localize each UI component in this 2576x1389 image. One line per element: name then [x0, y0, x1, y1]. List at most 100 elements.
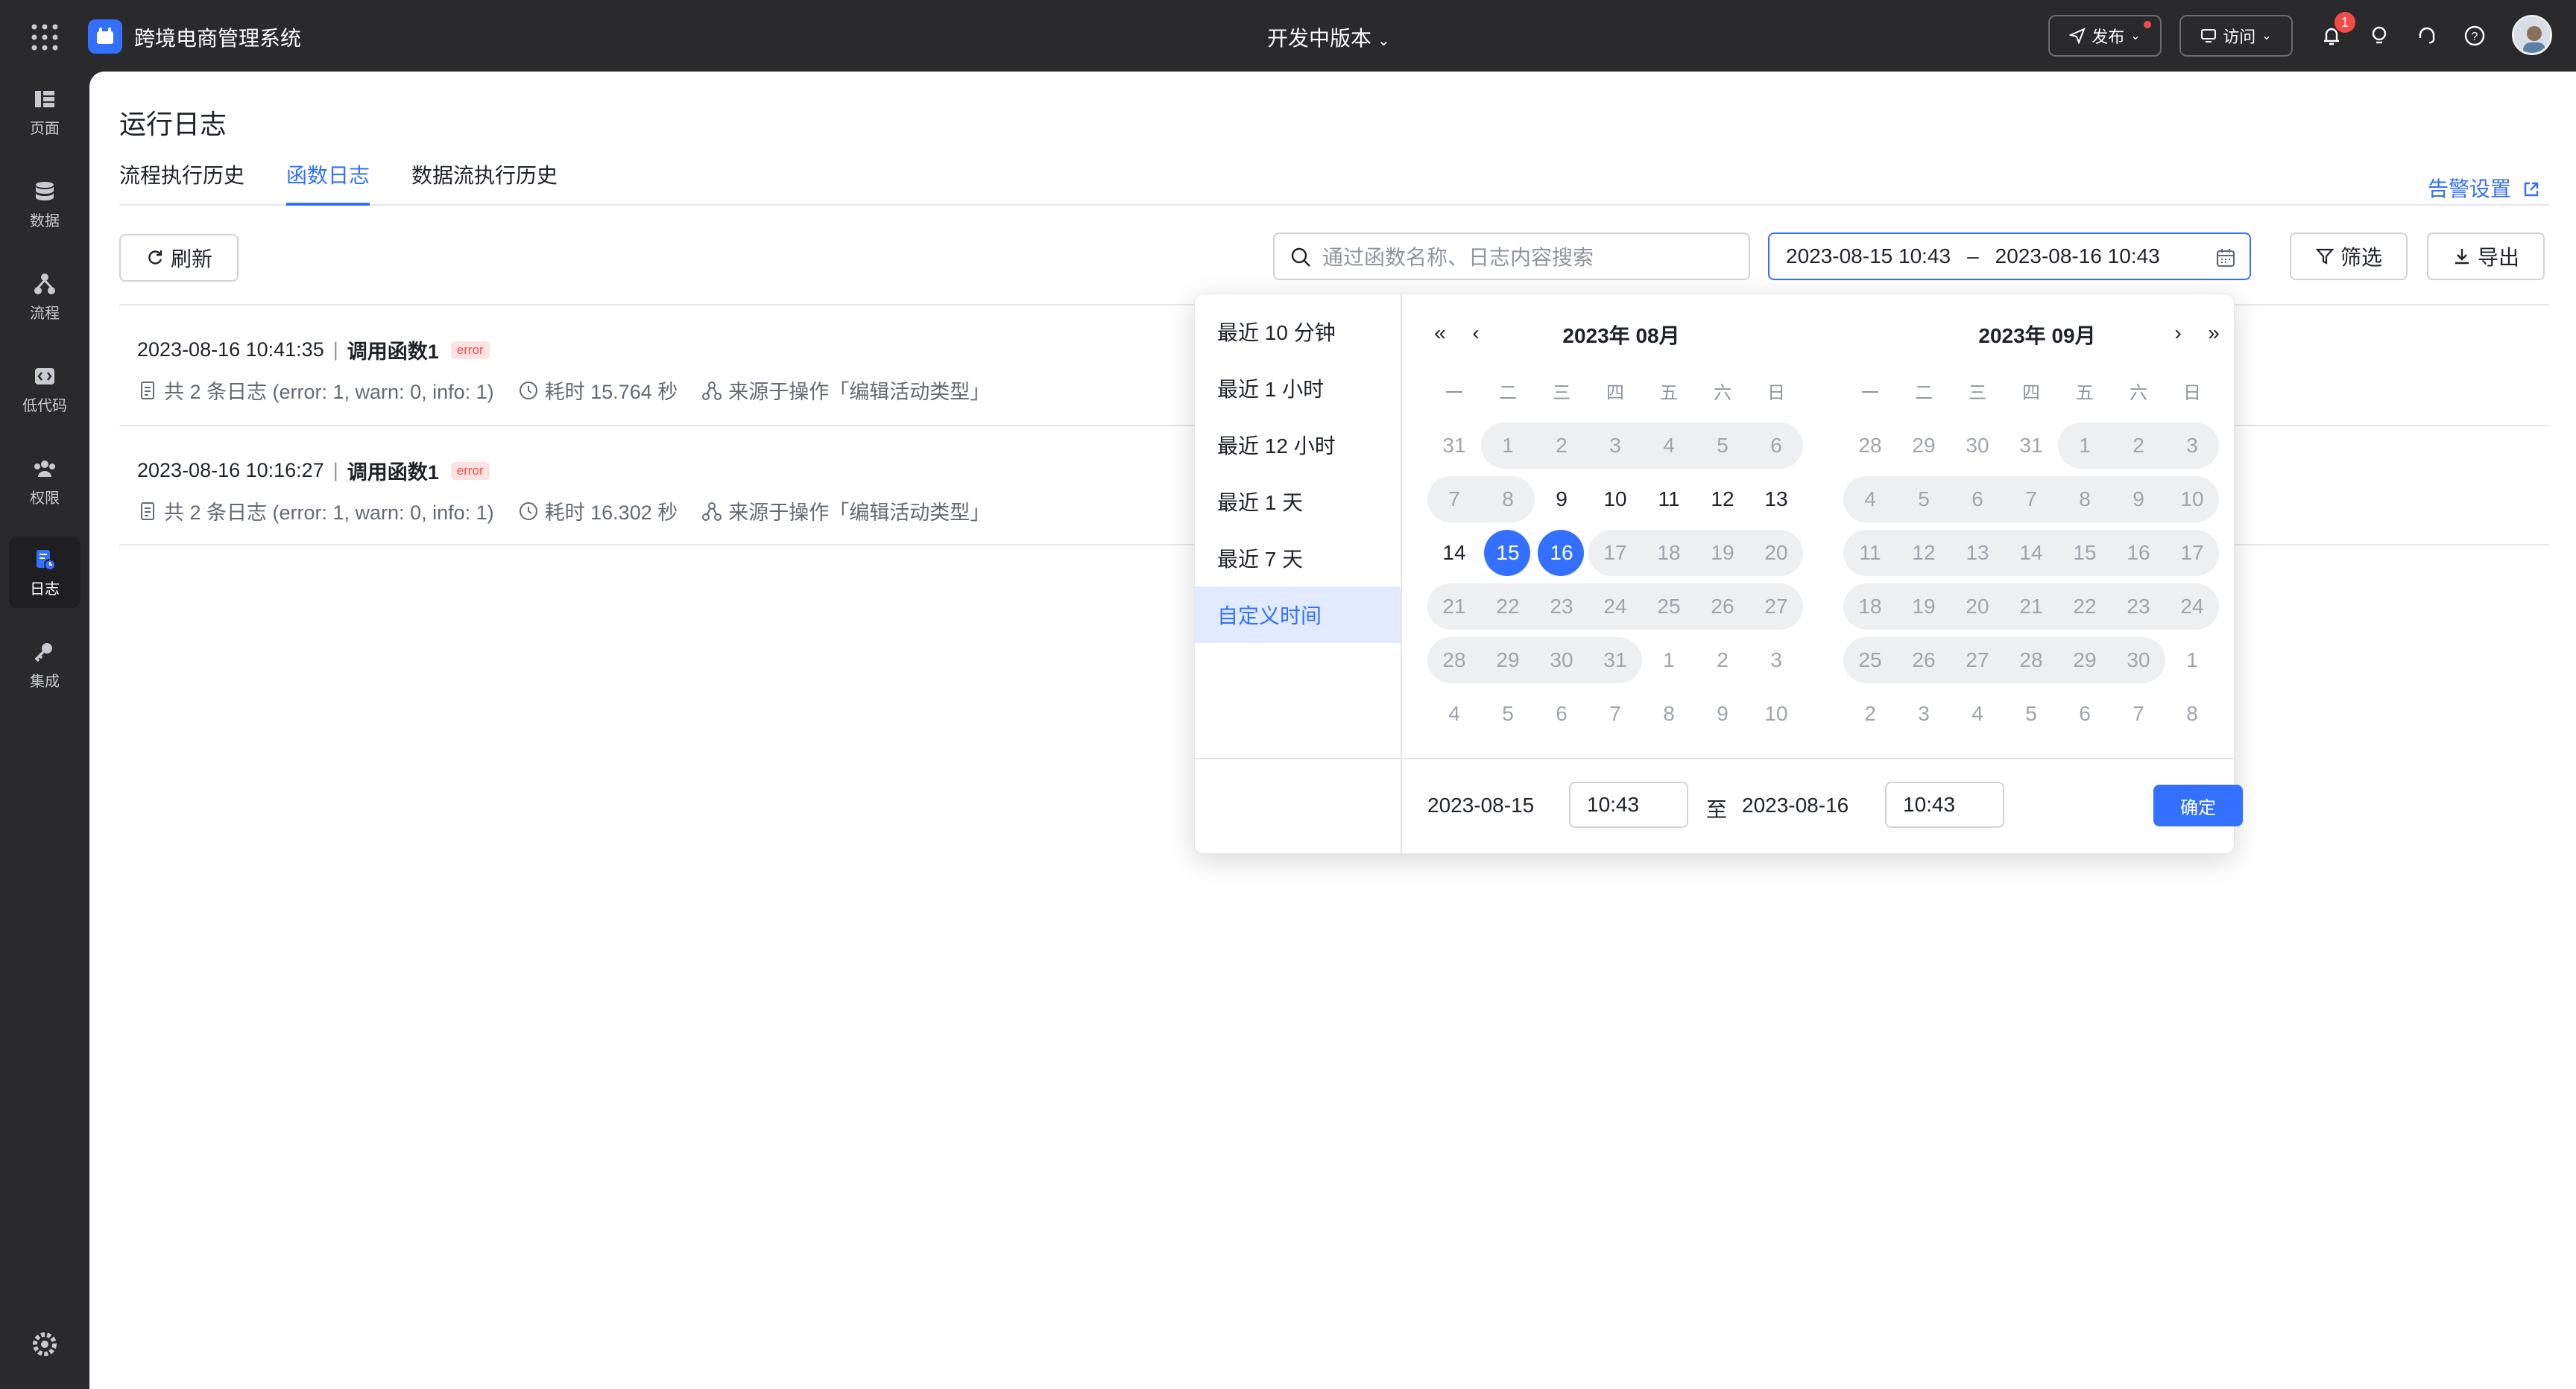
calendar-day[interactable]: 26 [1897, 637, 1951, 683]
calendar-day[interactable]: 24 [2165, 583, 2219, 630]
calendar-day[interactable]: 26 [1696, 583, 1749, 630]
visit-button[interactable]: 访问 ⌄ [2179, 15, 2293, 57]
calendar-day[interactable]: 7 [1427, 476, 1481, 522]
calendar-day[interactable]: 10 [1749, 691, 1803, 737]
calendar-day[interactable]: 16 [1535, 530, 1588, 576]
calendar-day[interactable]: 2 [1535, 423, 1588, 469]
alarm-settings-link[interactable]: 告警设置 [2428, 173, 2541, 203]
calendar-day[interactable]: 24 [1588, 583, 1642, 630]
refresh-button[interactable]: 刷新 [119, 234, 239, 282]
calendar-day[interactable]: 30 [1951, 423, 2004, 469]
calendar-day[interactable]: 25 [1843, 637, 1897, 683]
calendar-day[interactable]: 11 [1843, 530, 1897, 576]
calendar-day[interactable]: 17 [2165, 530, 2219, 576]
calendar-day[interactable]: 22 [1481, 583, 1535, 630]
calendar-day[interactable]: 9 [2112, 476, 2165, 522]
calendar-day[interactable]: 30 [2112, 637, 2165, 683]
rail-item-logs[interactable]: 日志 [9, 537, 80, 608]
calendar-day[interactable]: 8 [2165, 691, 2219, 737]
preset-1-hour[interactable]: 最近 1 小时 [1195, 360, 1401, 417]
publish-button[interactable]: 发布 ⌄ [2048, 15, 2162, 57]
date-range-input[interactable]: 2023-08-15 10:43 – 2023-08-16 10:43 [1768, 232, 2251, 280]
calendar-day[interactable]: 6 [1535, 691, 1588, 737]
headset-icon[interactable] [2412, 21, 2442, 51]
next-month-icon[interactable]: › [2165, 321, 2191, 347]
calendar-day[interactable]: 28 [1843, 423, 1897, 469]
calendar-day[interactable]: 10 [2165, 476, 2219, 522]
calendar-day[interactable]: 14 [1427, 530, 1481, 576]
calendar-day[interactable]: 3 [1588, 423, 1642, 469]
calendar-day[interactable]: 18 [1642, 530, 1696, 576]
calendar-day[interactable]: 31 [1588, 637, 1642, 683]
rail-item-data[interactable]: 数据 [9, 168, 80, 240]
calendar-day[interactable]: 5 [1481, 691, 1535, 737]
calendar-day[interactable]: 21 [2004, 583, 2058, 630]
calendar-day[interactable]: 22 [2058, 583, 2112, 630]
settings-gear-icon[interactable] [30, 1329, 60, 1359]
user-avatar[interactable] [2512, 15, 2552, 55]
calendar-day[interactable]: 16 [2112, 530, 2165, 576]
calendar-day[interactable]: 7 [2004, 476, 2058, 522]
calendar-day[interactable]: 11 [1642, 476, 1696, 522]
preset-12-hours[interactable]: 最近 12 小时 [1195, 417, 1401, 473]
calendar-day[interactable]: 25 [1642, 583, 1696, 630]
calendar-day[interactable]: 6 [1749, 423, 1803, 469]
calendar-day[interactable]: 29 [1481, 637, 1535, 683]
filter-button[interactable]: 筛选 [2290, 232, 2408, 280]
calendar-day[interactable]: 3 [2165, 423, 2219, 469]
calendar-day[interactable]: 4 [1642, 423, 1696, 469]
calendar-day[interactable]: 29 [1897, 423, 1951, 469]
calendar-day[interactable]: 9 [1696, 691, 1749, 737]
calendar-day[interactable]: 8 [1481, 476, 1535, 522]
rail-item-flow[interactable]: 流程 [9, 261, 80, 332]
tab-dataflow-history[interactable]: 数据流执行历史 [411, 159, 558, 206]
tab-function-logs[interactable]: 函数日志 [286, 159, 370, 206]
calendar-day[interactable]: 7 [2112, 691, 2165, 737]
calendar-day[interactable]: 29 [2058, 637, 2112, 683]
calendar-day[interactable]: 3 [1749, 637, 1803, 683]
calendar-day[interactable]: 19 [1897, 583, 1951, 630]
calendar-day[interactable]: 15 [1481, 530, 1535, 576]
version-selector[interactable]: 开发中版本 ⌄ [1267, 22, 1390, 52]
calendar-day[interactable]: 20 [1749, 530, 1803, 576]
preset-1-day[interactable]: 最近 1 天 [1195, 473, 1401, 530]
end-time-input[interactable]: 10:43 [1885, 782, 2004, 828]
calendar-day[interactable]: 5 [1696, 423, 1749, 469]
rail-item-lowcode[interactable]: 低代码 [9, 353, 80, 425]
app-grid-icon[interactable] [30, 22, 60, 52]
calendar-day[interactable]: 9 [1535, 476, 1588, 522]
calendar-day[interactable]: 30 [1535, 637, 1588, 683]
calendar-day[interactable]: 19 [1696, 530, 1749, 576]
confirm-button[interactable]: 确定 [2153, 785, 2243, 826]
preset-custom[interactable]: 自定义时间 [1195, 586, 1401, 643]
calendar-day[interactable]: 27 [1749, 583, 1803, 630]
lightbulb-icon[interactable] [2364, 21, 2394, 51]
calendar-day[interactable]: 10 [1588, 476, 1642, 522]
calendar-day[interactable]: 23 [1535, 583, 1588, 630]
calendar-day[interactable]: 5 [1897, 476, 1951, 522]
calendar-day[interactable]: 1 [1481, 423, 1535, 469]
calendar-day[interactable]: 4 [1843, 476, 1897, 522]
calendar-day[interactable]: 1 [2165, 637, 2219, 683]
calendar-day[interactable]: 27 [1951, 637, 2004, 683]
calendar-day[interactable]: 28 [2004, 637, 2058, 683]
export-button[interactable]: 导出 [2427, 232, 2545, 280]
calendar-day[interactable]: 8 [2058, 476, 2112, 522]
calendar-day[interactable]: 2 [1843, 691, 1897, 737]
calendar-day[interactable]: 14 [2004, 530, 2058, 576]
calendar-day[interactable]: 12 [1696, 476, 1749, 522]
tab-flow-history[interactable]: 流程执行历史 [119, 159, 244, 206]
help-icon[interactable]: ? [2460, 21, 2490, 51]
calendar-day[interactable]: 31 [2004, 423, 2058, 469]
calendar-day[interactable]: 7 [1588, 691, 1642, 737]
rail-item-integration[interactable]: 集成 [9, 629, 80, 700]
calendar-day[interactable]: 1 [2058, 423, 2112, 469]
calendar-day[interactable]: 23 [2112, 583, 2165, 630]
preset-10-min[interactable]: 最近 10 分钟 [1195, 303, 1401, 360]
calendar-day[interactable]: 21 [1427, 583, 1481, 630]
calendar-day[interactable]: 28 [1427, 637, 1481, 683]
calendar-day[interactable]: 13 [1749, 476, 1803, 522]
rail-item-permissions[interactable]: 权限 [9, 446, 80, 517]
calendar-day[interactable]: 12 [1897, 530, 1951, 576]
calendar-day[interactable]: 1 [1642, 637, 1696, 683]
